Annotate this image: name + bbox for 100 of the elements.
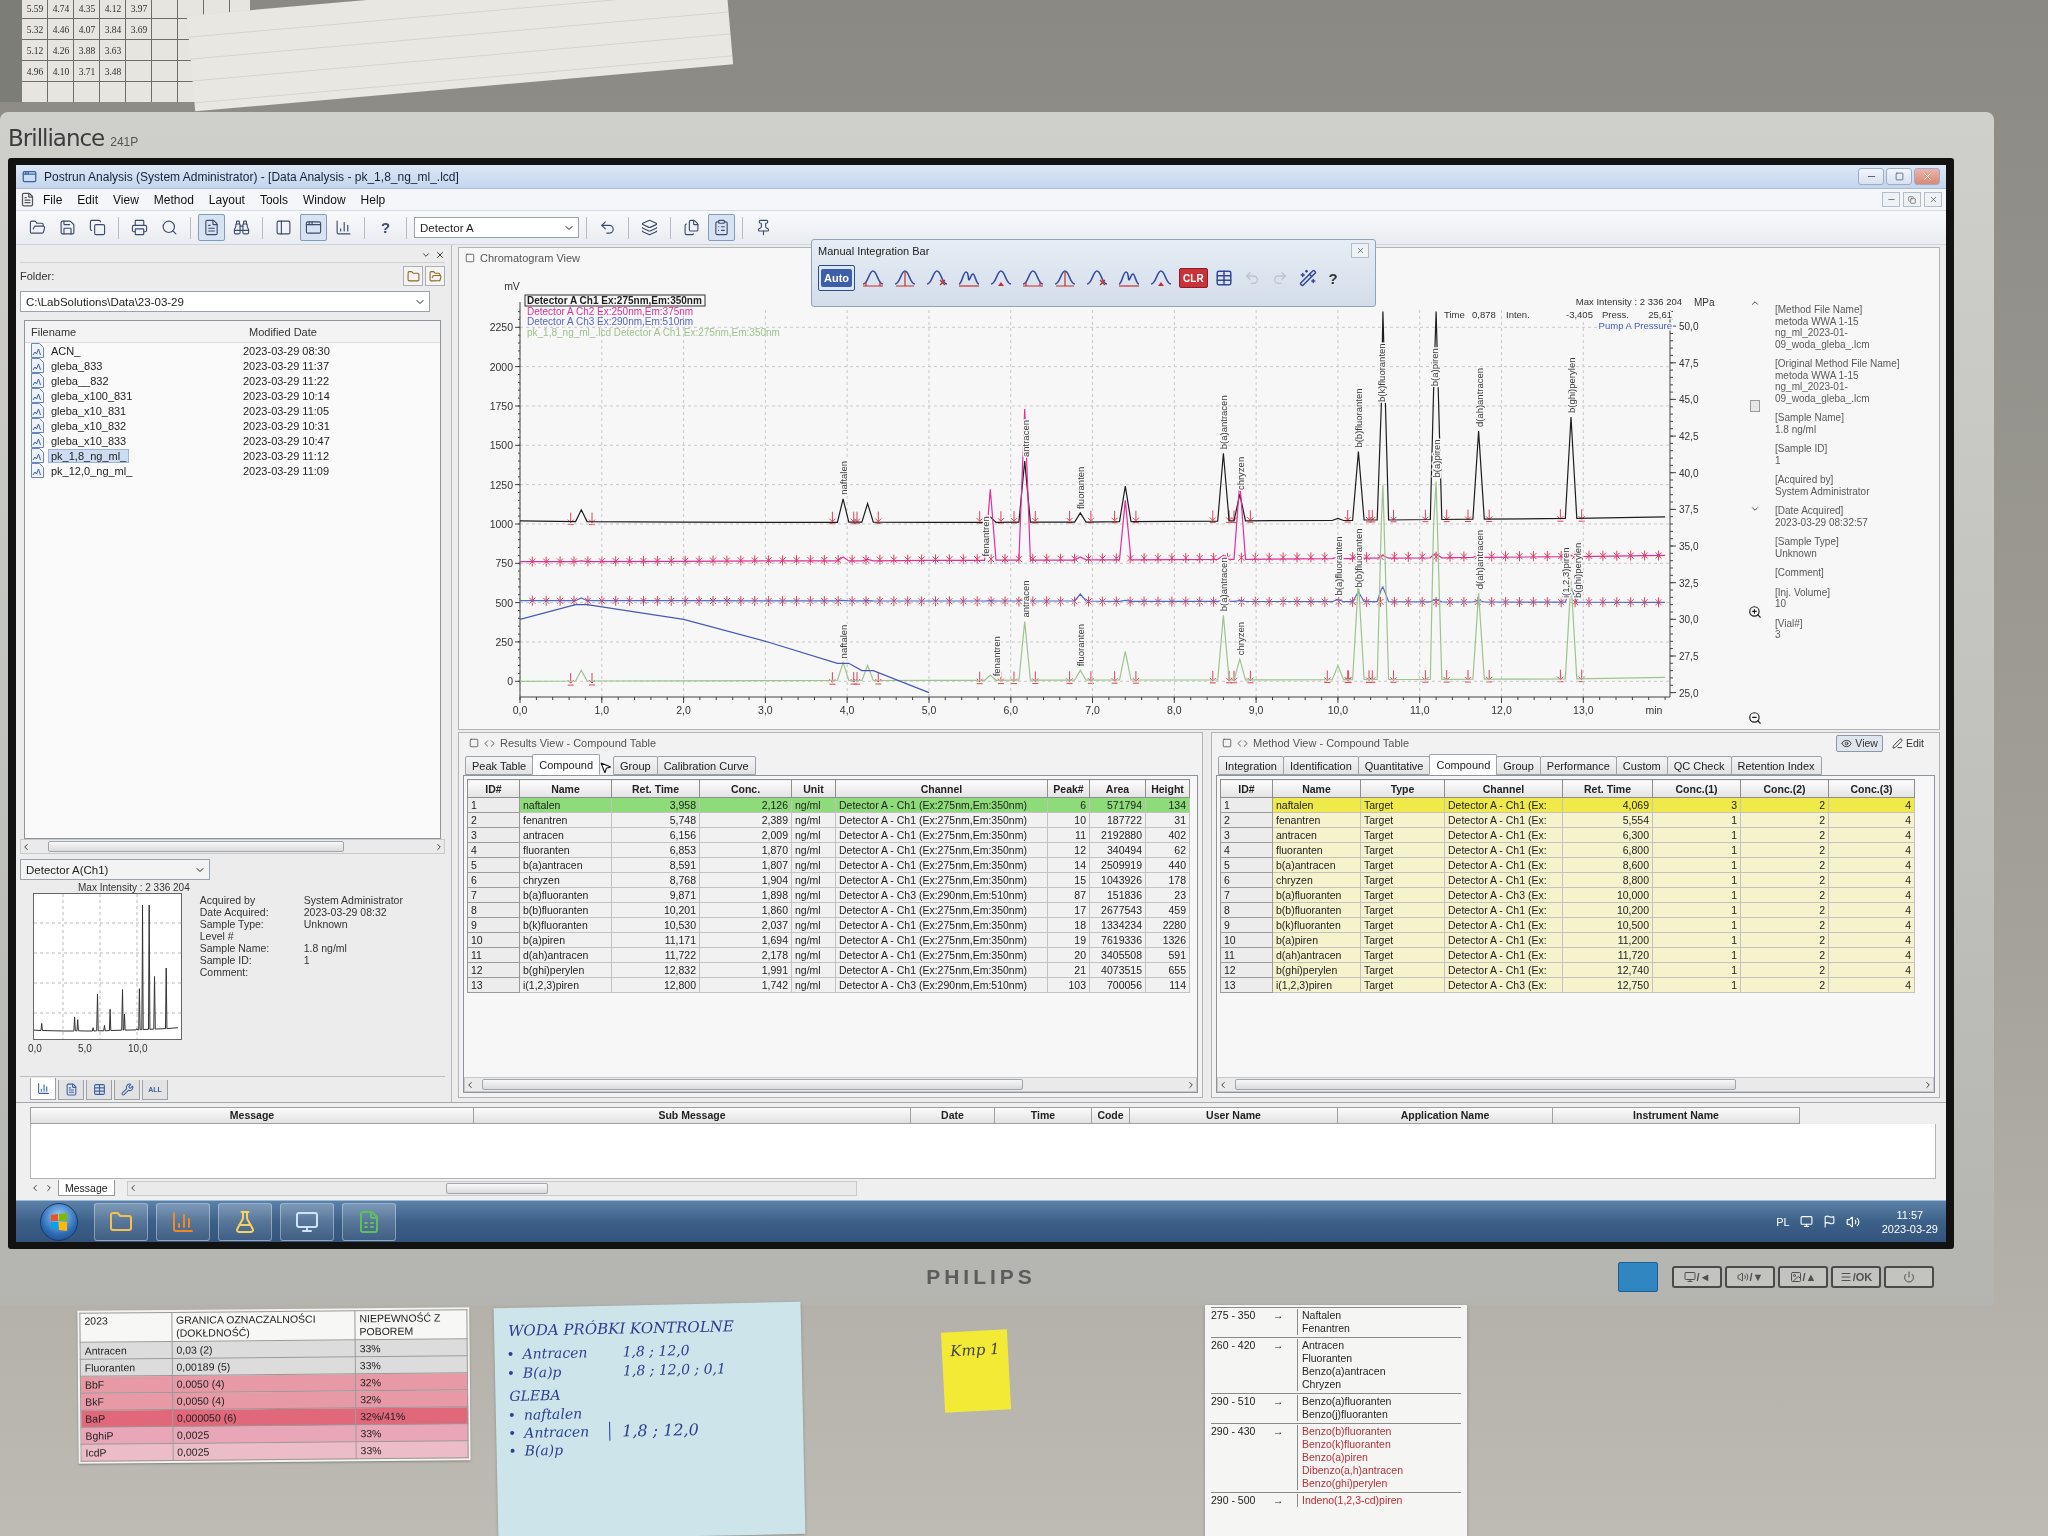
volume-icon[interactable]: [1845, 1214, 1860, 1229]
square-icon[interactable]: [465, 253, 475, 263]
tab[interactable]: Quantitative: [1357, 756, 1431, 775]
column-header[interactable]: Name: [519, 779, 612, 798]
tab[interactable]: Group: [1496, 756, 1541, 775]
column-header[interactable]: Height: [1145, 779, 1190, 798]
column-header[interactable]: Conc.(3): [1828, 779, 1915, 798]
auto-button[interactable]: Auto: [818, 265, 856, 291]
column-header[interactable]: Instrument Name: [1552, 1107, 1800, 1124]
scrollbar-thumb[interactable]: [482, 1079, 1024, 1090]
column-header[interactable]: Date: [910, 1107, 995, 1124]
tab[interactable]: QC Check: [1666, 756, 1732, 775]
detector-select[interactable]: Detector A: [414, 217, 579, 238]
column-header[interactable]: Unit: [791, 779, 836, 798]
legend-label[interactable]: Detector A Ch1 Ex:275nm,Em:350nm: [527, 295, 702, 306]
taskbar-button[interactable]: [280, 1202, 334, 1241]
column-header[interactable]: Channel: [1444, 779, 1563, 798]
column-header[interactable]: Name: [1272, 779, 1361, 798]
file-name[interactable]: gleba__832: [48, 373, 112, 388]
view-button[interactable]: View: [1836, 734, 1883, 752]
monitor-icon[interactable]: [1799, 1215, 1813, 1228]
close-button[interactable]: [1924, 192, 1942, 207]
monitor-button[interactable]: /▲: [1778, 1266, 1828, 1288]
legend-label[interactable]: Detector A Ch2 Ex:250nm,Em:375nm: [527, 305, 694, 317]
window-button[interactable]: [300, 214, 327, 241]
column-header[interactable]: Sub Message: [473, 1107, 911, 1124]
clock[interactable]: 11:57 2023-03-29: [1881, 1207, 1938, 1236]
column-header[interactable]: Area: [1089, 779, 1146, 798]
folder-button[interactable]: [403, 266, 423, 286]
view-tab[interactable]: [86, 1080, 112, 1100]
column-header[interactable]: Peak#: [1047, 779, 1090, 798]
detector-select[interactable]: Detector A(Ch1): [20, 859, 210, 880]
tab-scroll-right-icon[interactable]: [44, 1183, 54, 1193]
menu-item[interactable]: Window: [295, 190, 353, 209]
menu-item[interactable]: Help: [353, 190, 393, 209]
monitor-button[interactable]: /OK: [1831, 1266, 1881, 1288]
column-header[interactable]: ID#: [467, 779, 520, 798]
chevrons-icon[interactable]: [484, 737, 495, 749]
tab[interactable]: Retention Index: [1730, 756, 1822, 775]
taskbar-button[interactable]: [218, 1202, 272, 1241]
column-header[interactable]: Conc.(2): [1740, 779, 1829, 798]
view-tab[interactable]: [30, 1078, 56, 1100]
horizontal-scrollbar[interactable]: [20, 839, 445, 854]
horizontal-scrollbar[interactable]: [126, 1180, 857, 1196]
monitor-button[interactable]: /▼: [1725, 1266, 1775, 1288]
column-header[interactable]: Type: [1360, 779, 1445, 798]
help-button[interactable]: ?: [1323, 266, 1343, 290]
menu-item[interactable]: Edit: [70, 190, 106, 209]
column-header[interactable]: Time: [994, 1107, 1092, 1124]
square-icon[interactable]: [1222, 738, 1232, 748]
tab[interactable]: Group: [613, 756, 658, 775]
scroll-right-icon[interactable]: [1186, 1079, 1196, 1090]
square-icon[interactable]: [469, 738, 479, 748]
menu-item[interactable]: View: [106, 190, 146, 209]
scrollbar-thumb[interactable]: [1235, 1079, 1736, 1090]
tab-scroll-left-icon[interactable]: [30, 1183, 40, 1193]
column-header[interactable]: User Name: [1129, 1107, 1338, 1124]
tab[interactable]: Performance: [1539, 756, 1617, 775]
help-button[interactable]: ?: [372, 214, 399, 241]
language-indicator[interactable]: PL: [1776, 1215, 1790, 1228]
view-tab[interactable]: [114, 1080, 140, 1100]
column-header[interactable]: Code: [1091, 1107, 1130, 1124]
scrollbar-thumb[interactable]: [47, 841, 344, 852]
menu-item[interactable]: Tools: [252, 190, 295, 209]
tab[interactable]: Message: [58, 1180, 115, 1196]
scroll-right-icon[interactable]: [1923, 1079, 1933, 1090]
tab[interactable]: Compound: [1429, 754, 1498, 775]
horizontal-scrollbar[interactable]: [1217, 1077, 1934, 1092]
tab[interactable]: Identification: [1283, 756, 1359, 775]
report-button[interactable]: [708, 214, 735, 241]
column-header[interactable]: Conc.(1): [1652, 779, 1741, 798]
restore-button[interactable]: [1903, 192, 1921, 207]
taskbar-button[interactable]: [94, 1202, 148, 1241]
file-name[interactable]: gleba_x100_831: [48, 388, 136, 403]
scroll-up-icon[interactable]: [1750, 298, 1760, 308]
column-header[interactable]: Filename: [25, 325, 243, 338]
menu-item[interactable]: Method: [146, 190, 201, 209]
menu-item[interactable]: File: [36, 190, 70, 209]
document-button[interactable]: [198, 214, 225, 241]
folder-path-select[interactable]: C:\LabSolutions\Data\23-03-29: [20, 291, 430, 312]
tab[interactable]: Custom: [1615, 756, 1668, 775]
file-name[interactable]: gleba_x10_832: [48, 418, 130, 433]
scroll-left-icon[interactable]: [465, 1079, 475, 1090]
folder-button[interactable]: [425, 266, 445, 286]
taskbar-button[interactable]: [342, 1202, 396, 1241]
monitor-button[interactable]: /◄: [1672, 1266, 1722, 1288]
edit-button[interactable]: Edit: [1886, 734, 1929, 752]
column-header[interactable]: Channel: [835, 779, 1048, 798]
scroll-left-icon[interactable]: [1218, 1079, 1228, 1090]
column-header[interactable]: ID#: [1220, 779, 1273, 798]
flag-icon[interactable]: [1822, 1215, 1836, 1228]
document-icon[interactable]: [20, 192, 35, 207]
file-name[interactable]: gleba_x10_833: [48, 433, 130, 448]
zoom-in-icon[interactable]: [1748, 605, 1762, 620]
file-name[interactable]: pk_12,0_ng_ml_: [48, 463, 136, 478]
column-header[interactable]: Application Name: [1337, 1107, 1553, 1124]
file-name[interactable]: gleba_x10_831: [48, 403, 130, 418]
checkbox-icon[interactable]: [1750, 399, 1760, 412]
chevrons-icon[interactable]: [1237, 737, 1248, 749]
scroll-right-icon[interactable]: [434, 841, 444, 852]
